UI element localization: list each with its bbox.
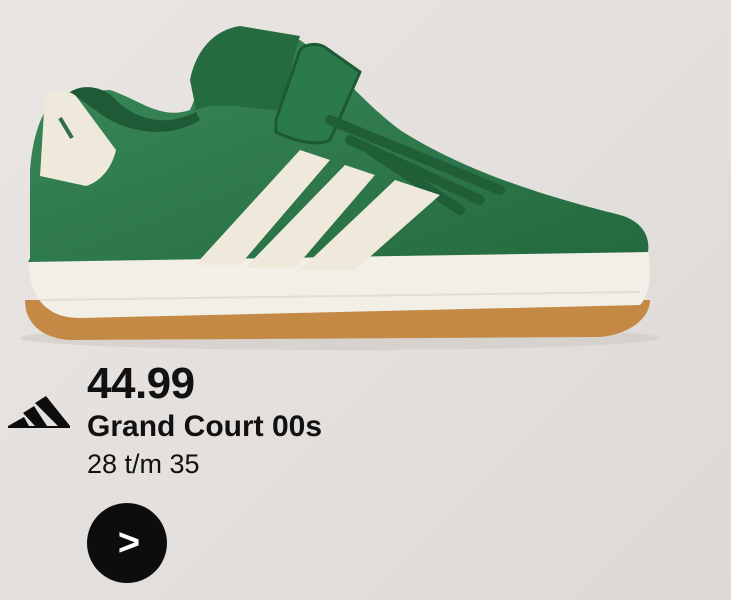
adidas-logo-icon bbox=[8, 396, 70, 428]
next-arrow-button[interactable]: > bbox=[87, 503, 167, 583]
product-info: 44.99 Grand Court 00s 28 t/m 35 bbox=[87, 360, 322, 480]
product-image bbox=[20, 26, 660, 350]
product-name: Grand Court 00s bbox=[87, 410, 323, 443]
chevron-right-icon: > bbox=[117, 522, 141, 564]
size-range: 28 t/m 35 bbox=[87, 449, 200, 479]
price: 44.99 bbox=[87, 359, 195, 408]
